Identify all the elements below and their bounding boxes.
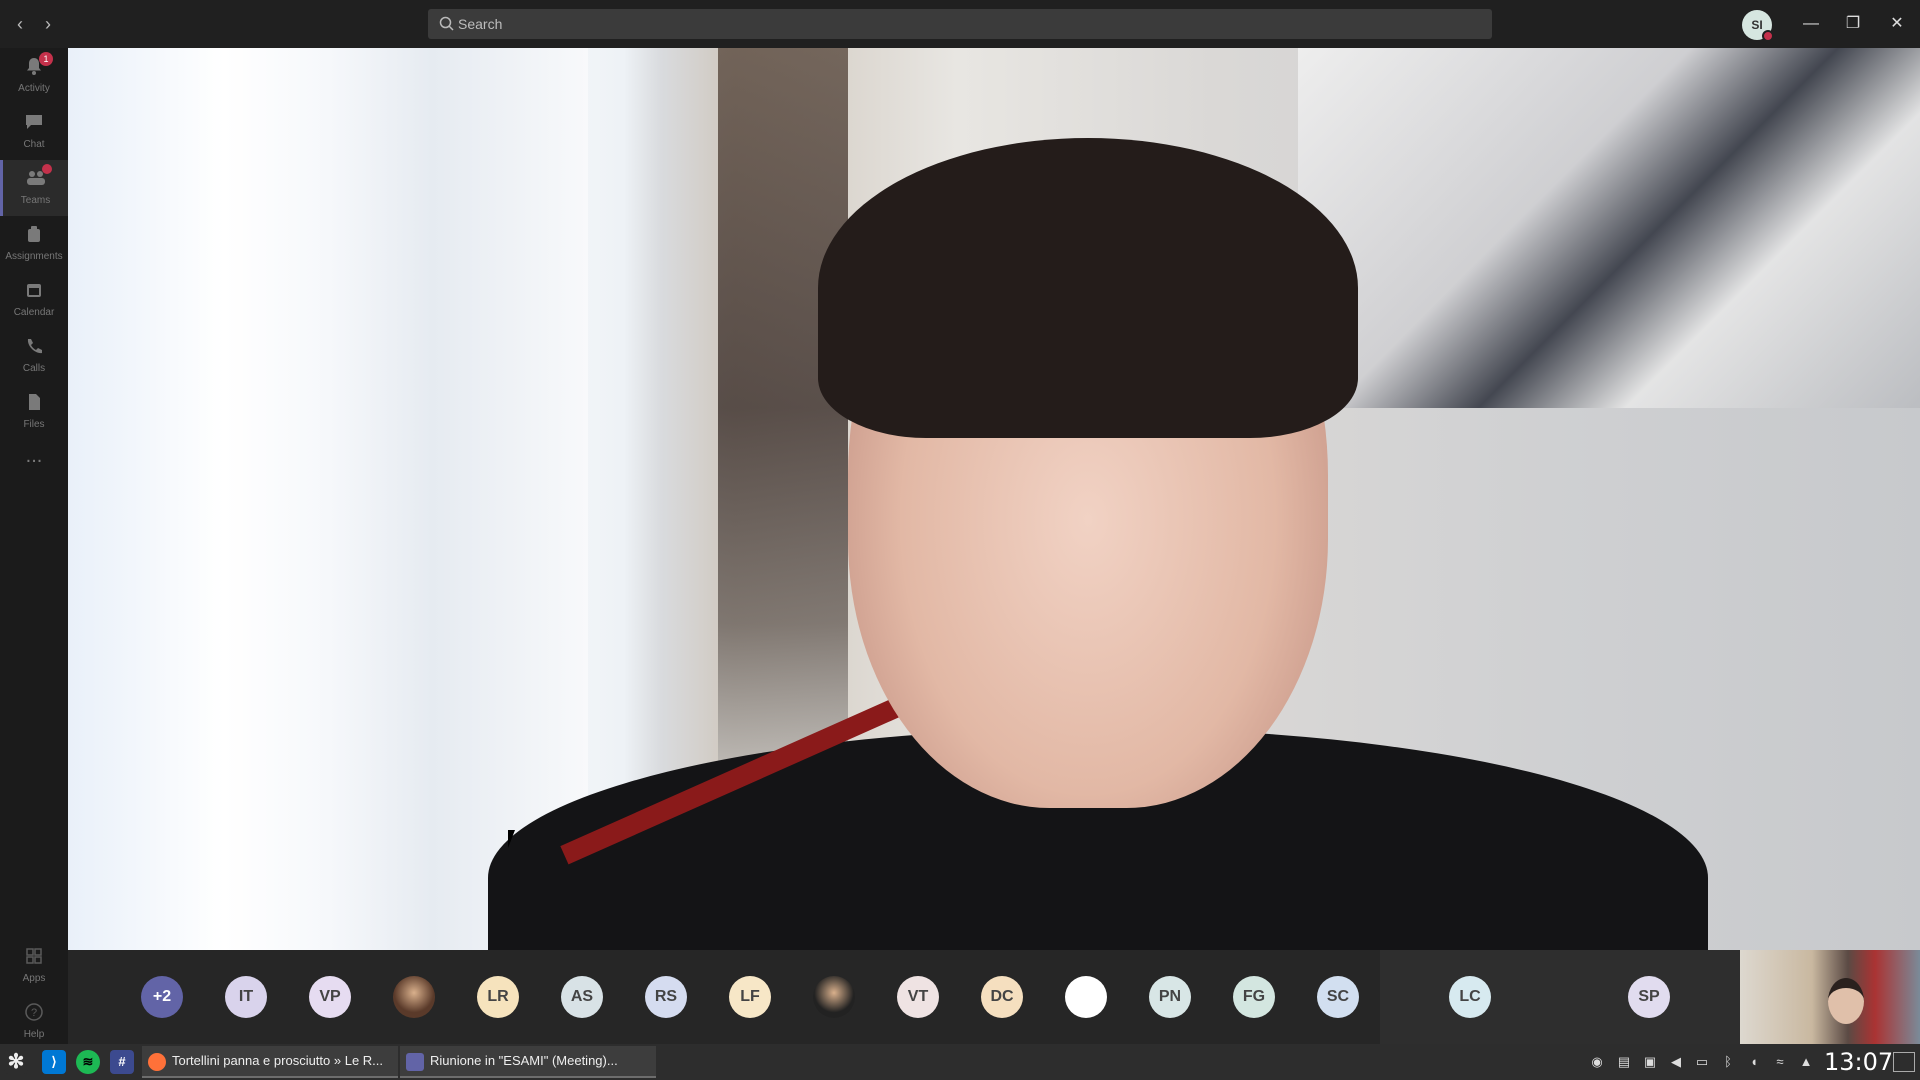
rail-label-calls: Calls	[22, 363, 46, 374]
files-icon	[29, 394, 40, 410]
app-rail: 1 Activity Chat Teams Assignments Calend…	[0, 48, 68, 1044]
rail-label-teams: Teams	[20, 195, 51, 206]
speaker-hair	[818, 138, 1358, 438]
rail-item-files[interactable]: Files	[0, 384, 68, 440]
more-icon: ...	[25, 445, 43, 467]
os-taskbar: ✻ ⟩ ≋ # Tortellini panna e prosciutto » …	[0, 1044, 1920, 1080]
participant-avatar[interactable]: +2	[141, 976, 183, 1018]
main-video-stage[interactable]	[68, 48, 1920, 950]
active-speakers-area	[1380, 950, 1740, 1044]
chat-icon	[26, 115, 42, 129]
teams-tray-icon[interactable]: ◉	[1588, 1053, 1606, 1071]
participant-avatar[interactable]: FG	[1233, 976, 1275, 1018]
rail-item-calls[interactable]: Calls	[0, 328, 68, 384]
rail-label-activity: Activity	[18, 83, 50, 94]
rail-item-teams[interactable]: Teams	[0, 160, 68, 216]
spotify-icon[interactable]: ≋	[76, 1050, 100, 1074]
svg-text:?: ?	[31, 1007, 37, 1019]
microphone-icon[interactable]: ◖	[1745, 1053, 1763, 1071]
teams-badge	[42, 164, 52, 174]
participant-avatar[interactable]: RS	[645, 976, 687, 1018]
self-face	[1828, 978, 1864, 1024]
volume-icon[interactable]: ◀	[1667, 1053, 1685, 1071]
assignments-icon	[28, 226, 40, 242]
participant-avatar[interactable]	[813, 976, 855, 1018]
participant-avatar[interactable]	[1065, 976, 1107, 1018]
background-shelves	[1298, 48, 1920, 408]
vscode-icon[interactable]: ⟩	[42, 1050, 66, 1074]
user-avatar[interactable]: SI	[1742, 10, 1774, 42]
more-apps-button[interactable]: ...	[0, 444, 68, 500]
forward-arrow-icon[interactable]: ›	[36, 12, 60, 36]
participant-avatar[interactable]: IT	[225, 976, 267, 1018]
phone-icon	[27, 339, 42, 354]
firefox-icon	[148, 1053, 166, 1071]
restore-icon[interactable]: ❐	[1838, 10, 1868, 38]
self-video-preview[interactable]	[1740, 950, 1920, 1044]
rail-label-apps: Apps	[22, 973, 46, 984]
participant-avatar[interactable]: LR	[477, 976, 519, 1018]
show-desktop-button[interactable]	[1893, 1052, 1915, 1072]
participant-avatar[interactable]: DC	[981, 976, 1023, 1018]
rail-label-assignments: Assignments	[5, 251, 63, 262]
participant-avatar[interactable]: PN	[1149, 976, 1191, 1018]
back-arrow-icon[interactable]: ‹	[8, 12, 32, 36]
app-launcher-icon[interactable]: #	[110, 1050, 134, 1074]
rail-item-assignments[interactable]: Assignments	[0, 216, 68, 272]
background-curtain	[68, 48, 588, 950]
participant-avatar[interactable]: SC	[1317, 976, 1359, 1018]
device-icon[interactable]: ▣	[1641, 1053, 1659, 1071]
task-label: Riunione in "ESAMI" (Meeting)...	[430, 1053, 618, 1068]
close-icon[interactable]: ✕	[1882, 10, 1912, 38]
rail-item-apps[interactable]: Apps	[0, 938, 68, 994]
help-icon: ?	[25, 1003, 43, 1021]
activity-badge: 1	[39, 52, 53, 66]
calendar-icon	[27, 284, 41, 297]
participant-avatar[interactable]: SP	[1628, 976, 1670, 1018]
participant-avatar[interactable]: AS	[561, 976, 603, 1018]
presence-busy-icon	[1762, 30, 1774, 42]
apps-icon	[26, 948, 42, 964]
tray-expand-icon[interactable]: ▲	[1797, 1053, 1815, 1071]
rail-item-help[interactable]: ? Help	[0, 994, 68, 1050]
search-input[interactable]	[458, 9, 1478, 39]
clock[interactable]: 13:07	[1824, 1048, 1893, 1076]
minimize-icon[interactable]: —	[1796, 10, 1826, 38]
participant-avatar[interactable]: VT	[897, 976, 939, 1018]
rail-item-calendar[interactable]: Calendar	[0, 272, 68, 328]
teams-app-icon	[406, 1053, 424, 1071]
rail-label-files: Files	[23, 419, 45, 430]
participant-avatar[interactable]: LF	[729, 976, 771, 1018]
start-menu-icon[interactable]: ✻	[4, 1050, 28, 1074]
background-bookcase	[718, 48, 848, 768]
search-bar[interactable]	[428, 9, 1492, 39]
title-bar: ‹ › SI — ❐ ✕	[0, 0, 1920, 48]
participant-strip: +2 IT VP LR AS RS LF VT DC PN FG SC LC SP	[68, 950, 1920, 1044]
taskbar-task-teams[interactable]: Riunione in "ESAMI" (Meeting)...	[400, 1046, 656, 1078]
bluetooth-icon[interactable]: ᛒ	[1719, 1053, 1737, 1071]
task-label: Tortellini panna e prosciutto » Le R...	[172, 1053, 384, 1068]
battery-icon[interactable]: ▭	[1693, 1053, 1711, 1071]
clipboard-icon[interactable]: ▤	[1615, 1053, 1633, 1071]
search-icon	[439, 16, 454, 31]
rail-label-calendar: Calendar	[13, 307, 55, 318]
participant-avatar[interactable]	[393, 976, 435, 1018]
user-initials: SI	[1751, 18, 1763, 32]
rail-label-help: Help	[23, 1029, 45, 1040]
wifi-icon[interactable]: ≈	[1771, 1053, 1789, 1071]
rail-label-chat: Chat	[23, 139, 45, 150]
rail-item-chat[interactable]: Chat	[0, 104, 68, 160]
mouse-cursor-icon	[508, 830, 515, 848]
taskbar-task-firefox[interactable]: Tortellini panna e prosciutto » Le R...	[142, 1046, 398, 1078]
rail-item-activity[interactable]: 1 Activity	[0, 48, 68, 104]
participant-avatar[interactable]: VP	[309, 976, 351, 1018]
participant-avatar[interactable]: LC	[1449, 976, 1491, 1018]
